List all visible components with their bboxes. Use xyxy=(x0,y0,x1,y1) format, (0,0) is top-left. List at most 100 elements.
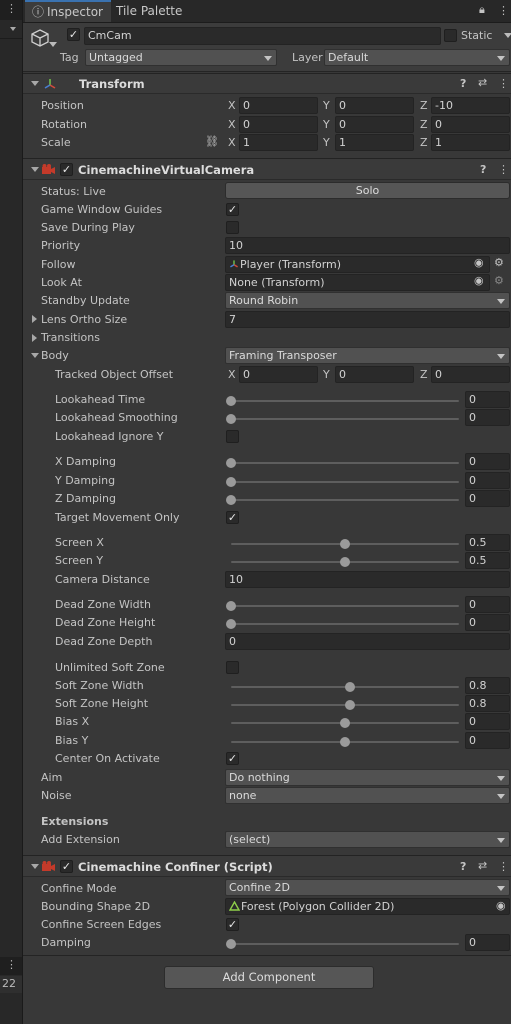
priority-field[interactable]: 10 xyxy=(225,237,510,254)
soft-zone-height-field[interactable]: 0.8 xyxy=(465,695,510,712)
lookahead-smoothing-slider-track[interactable] xyxy=(231,418,459,420)
rotation-x-field[interactable]: 0 xyxy=(239,116,318,133)
unlimited-soft-zone-checkbox[interactable] xyxy=(226,661,239,674)
center-on-activate-checkbox[interactable]: ✓ xyxy=(226,752,239,765)
vcam-header[interactable]: ✓ CinemachineVirtualCamera ? ⋮ xyxy=(23,158,511,180)
preset-icon[interactable]: ⇄ xyxy=(478,860,487,872)
object-picker-icon[interactable]: ◉ xyxy=(474,275,484,287)
add-extension-dropdown[interactable]: (select) xyxy=(225,831,510,848)
dead-zone-width-slider-handle[interactable] xyxy=(226,601,236,611)
offset-z-field[interactable]: 0 xyxy=(431,366,510,383)
offset-y-field[interactable]: 0 xyxy=(335,366,414,383)
position-x-field[interactable]: 0 xyxy=(239,97,318,114)
offset-x-field[interactable]: 0 xyxy=(239,366,318,383)
follow-field[interactable]: Player (Transform) xyxy=(225,256,490,273)
object-picker-icon[interactable]: ◉ xyxy=(474,257,484,269)
dead-zone-height-slider-handle[interactable] xyxy=(226,619,236,629)
help-icon[interactable]: ? xyxy=(480,164,486,176)
transform-header[interactable]: Transform ? ⇄ ⋮ xyxy=(23,73,511,94)
soft-zone-height-slider-handle[interactable] xyxy=(344,700,355,710)
help-icon[interactable]: ? xyxy=(460,78,466,90)
dead-zone-height-slider-track[interactable] xyxy=(231,623,459,625)
bias-x-slider-handle[interactable] xyxy=(340,718,350,728)
static-dropdown-icon[interactable] xyxy=(504,33,511,38)
aim-dropdown[interactable]: Do nothing xyxy=(225,769,510,786)
confiner-damping-slider-handle[interactable] xyxy=(226,939,236,949)
lookahead-ignore-y-checkbox[interactable] xyxy=(226,430,239,443)
rotation-z-field[interactable]: 0 xyxy=(431,116,510,133)
constrain-proportions-icon[interactable]: ⛓︎ xyxy=(205,136,219,148)
confine-mode-dropdown[interactable]: Confine 2D xyxy=(225,879,510,896)
scale-z-field[interactable]: 1 xyxy=(431,134,510,151)
confiner-damping-slider-track[interactable] xyxy=(231,943,459,945)
target-movement-only-checkbox[interactable]: ✓ xyxy=(226,511,239,524)
confine-screen-edges-checkbox[interactable]: ✓ xyxy=(226,918,239,931)
screen-x-slider-handle[interactable] xyxy=(340,539,350,549)
static-checkbox[interactable] xyxy=(444,29,457,42)
y-damping-slider-handle[interactable] xyxy=(226,477,236,487)
game-window-guides-checkbox[interactable]: ✓ xyxy=(226,203,239,216)
body-dropdown[interactable]: Framing Transposer xyxy=(225,347,510,364)
body-foldout-icon[interactable] xyxy=(31,353,39,358)
x-damping-slider-handle[interactable] xyxy=(226,458,236,468)
screen-y-field[interactable]: 0.5 xyxy=(465,552,510,569)
scale-y-field[interactable]: 1 xyxy=(335,134,414,151)
dropdown-arrow-icon[interactable] xyxy=(10,27,16,31)
dead-zone-depth-field[interactable]: 0 xyxy=(225,633,510,650)
foldout-arrow-icon[interactable] xyxy=(31,864,39,869)
bias-y-slider-handle[interactable] xyxy=(340,737,350,747)
lens-foldout-icon[interactable] xyxy=(32,315,37,323)
x-damping-field[interactable]: 0 xyxy=(465,453,510,470)
bias-x-field[interactable]: 0 xyxy=(465,713,510,730)
bias-y-field[interactable]: 0 xyxy=(465,732,510,749)
bounding-shape-field[interactable]: Forest (Polygon Collider 2D) xyxy=(225,898,510,915)
lookahead-smoothing-slider-handle[interactable] xyxy=(226,414,236,424)
transitions-foldout-icon[interactable] xyxy=(32,334,37,342)
help-icon[interactable]: ? xyxy=(460,861,466,873)
x-damping-slider-track[interactable] xyxy=(231,462,459,464)
tab-tile-palette[interactable]: Tile Palette xyxy=(115,0,195,22)
position-z-field[interactable]: -10 xyxy=(431,97,510,114)
rotation-y-field[interactable]: 0 xyxy=(335,116,414,133)
object-active-checkbox[interactable]: ✓ xyxy=(67,28,80,41)
kebab-menu-icon-2[interactable]: ⋮ xyxy=(6,958,17,971)
z-damping-slider-handle[interactable] xyxy=(226,495,236,505)
component-menu-icon[interactable]: ⋮ xyxy=(498,78,509,90)
camera-distance-field[interactable]: 10 xyxy=(225,571,510,588)
foldout-arrow-icon[interactable] xyxy=(31,167,39,172)
kebab-menu-icon-tab[interactable]: ⋮ xyxy=(498,5,509,17)
dead-zone-width-field[interactable]: 0 xyxy=(465,596,510,613)
screen-x-field[interactable]: 0.5 xyxy=(465,534,510,551)
lookahead-time-slider-handle[interactable] xyxy=(226,396,236,406)
add-component-button[interactable]: Add Component xyxy=(164,966,374,989)
scale-x-field[interactable]: 1 xyxy=(239,134,318,151)
lookahead-smoothing-field[interactable]: 0 xyxy=(465,409,510,426)
lookahead-time-slider-track[interactable] xyxy=(231,400,459,402)
lens-ortho-size-field[interactable]: 7 xyxy=(225,311,510,328)
vcam-enabled-checkbox[interactable]: ✓ xyxy=(60,163,73,176)
soft-zone-width-field[interactable]: 0.8 xyxy=(465,677,510,694)
z-damping-slider-track[interactable] xyxy=(231,499,459,501)
foldout-arrow-icon[interactable] xyxy=(31,81,39,86)
tag-dropdown[interactable]: Untagged xyxy=(85,49,277,66)
solo-button[interactable]: Solo xyxy=(225,182,510,199)
preset-icon[interactable]: ⇄ xyxy=(478,77,487,89)
standby-update-dropdown[interactable]: Round Robin xyxy=(225,292,510,309)
confiner-header[interactable]: ✓ Cinemachine Confiner (Script) ? ⇄ ⋮ xyxy=(23,855,511,877)
gear-icon[interactable]: ⚙︎ xyxy=(494,257,504,269)
dead-zone-width-slider-track[interactable] xyxy=(231,605,459,607)
soft-zone-width-slider-handle[interactable] xyxy=(344,682,355,692)
save-during-play-checkbox[interactable] xyxy=(226,221,239,234)
lock-icon[interactable]: 🔒︎ xyxy=(479,4,485,16)
lookahead-time-field[interactable]: 0 xyxy=(465,391,510,408)
z-damping-field[interactable]: 0 xyxy=(465,490,510,507)
confiner-damping-field[interactable]: 0 xyxy=(465,934,510,951)
tab-inspector[interactable]: ⓘ Inspector xyxy=(25,0,111,22)
look-at-field[interactable]: None (Transform) xyxy=(225,274,490,291)
component-menu-icon[interactable]: ⋮ xyxy=(498,861,509,873)
confiner-enabled-checkbox[interactable]: ✓ xyxy=(60,860,73,873)
gear-icon[interactable]: ⚙︎ xyxy=(494,275,504,287)
screen-y-slider-handle[interactable] xyxy=(340,557,350,567)
dead-zone-height-field[interactable]: 0 xyxy=(465,614,510,631)
object-picker-icon[interactable]: ◉ xyxy=(496,900,506,912)
